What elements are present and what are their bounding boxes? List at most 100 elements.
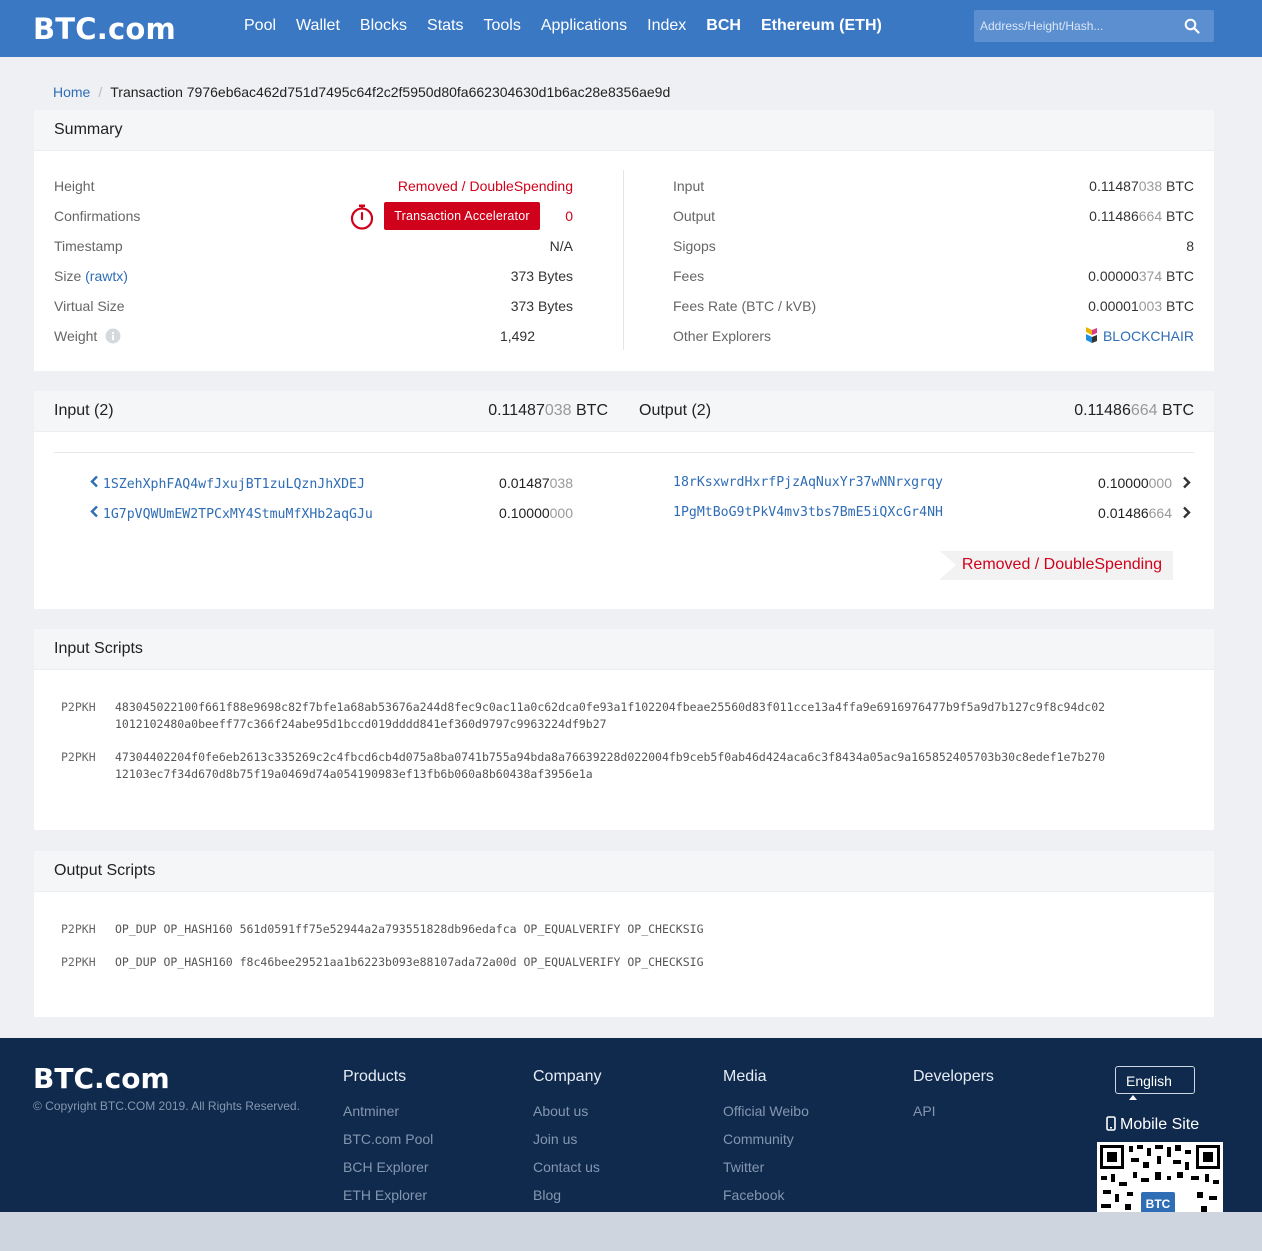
fees-rate-label: Fees Rate (BTC / kVB): [673, 298, 817, 314]
nav-blocks[interactable]: Blocks: [360, 17, 407, 35]
input-amount-1-main: 0.01487: [499, 475, 550, 491]
confirmations-value: 0: [565, 208, 573, 224]
footer-link-community[interactable]: Community: [723, 1131, 809, 1148]
top-navbar: BTC.com Pool Wallet Blocks Stats Tools A…: [0, 0, 1262, 57]
footer-link-join[interactable]: Join us: [533, 1131, 601, 1148]
qr-code: BTC: [1097, 1142, 1223, 1214]
output-value-light: 664: [1138, 208, 1163, 224]
fees-value-unit: BTC: [1162, 268, 1194, 284]
output-amount-1-main: 0.10000: [1098, 475, 1149, 491]
input-value-main: 0.11487: [1089, 178, 1139, 194]
footer-link-weibo[interactable]: Official Weibo: [723, 1103, 809, 1120]
virtual-size-value: 373 Bytes: [510, 298, 573, 314]
nav-applications[interactable]: Applications: [541, 17, 627, 35]
output-total: 0.11486664 BTC: [1074, 402, 1194, 420]
search-input[interactable]: [974, 10, 1174, 42]
script-type: P2PKH: [61, 700, 96, 714]
output-amount-2-light: 664: [1148, 505, 1172, 521]
transaction-accelerator-button[interactable]: Transaction Accelerator: [384, 202, 540, 230]
footer-column-title: Products: [343, 1068, 407, 1085]
sigops-label: Sigops: [673, 238, 716, 254]
search-icon[interactable]: [1184, 18, 1200, 34]
rawtx-link[interactable]: (rawtx): [85, 268, 128, 284]
mobile-site-label: Mobile Site: [1120, 1116, 1200, 1133]
accelerator-group: Transaction Accelerator: [350, 202, 574, 232]
input-address-1[interactable]: 1SZehXphFAQ4wfJxujBT1zuLQznJhXDEJ: [103, 477, 365, 492]
breadcrumb: Home / Transaction 7976eb6ac462d751d7495c6…: [53, 84, 670, 100]
qr-center-logo: BTC: [1146, 1197, 1171, 1211]
footer-link-facebook[interactable]: Facebook: [723, 1187, 809, 1204]
input-value-light: 038: [1138, 178, 1163, 194]
output-amount-1-light: 000: [1148, 475, 1172, 491]
info-icon[interactable]: [105, 328, 121, 344]
summary-card: Summary Height Removed / DoubleSpending …: [34, 110, 1214, 371]
nav-wallet[interactable]: Wallet: [296, 17, 340, 35]
stopwatch-icon: [350, 204, 374, 230]
size-value: 373 Bytes: [510, 268, 573, 284]
nav-index[interactable]: Index: [647, 17, 686, 35]
nav-tools[interactable]: Tools: [483, 17, 520, 35]
footer-copyright: © Copyright BTC.COM 2019. All Rights Res…: [33, 1099, 300, 1113]
sigops-value: 8: [1186, 238, 1194, 254]
chevron-right-icon[interactable]: [1182, 506, 1191, 519]
fees-rate-unit: BTC: [1162, 298, 1194, 314]
footer-logo[interactable]: BTC.com: [33, 1062, 170, 1095]
footer-link-contact[interactable]: Contact us: [533, 1159, 601, 1176]
input-address-2[interactable]: 1G7pVQWUmEW2TPCxMY4StmuMfXHb2aqGJu: [103, 507, 373, 522]
chevron-right-icon[interactable]: [1182, 476, 1191, 489]
weight-label: Weight: [54, 328, 98, 344]
height-value: Removed / DoubleSpending: [397, 178, 573, 194]
mobile-phone-icon: [1106, 1116, 1116, 1131]
output-address-1[interactable]: 18rKsxwrdHxrfPjzAqNuxYr37wNNrxgrqy: [673, 475, 943, 490]
footer-link-bch-explorer[interactable]: BCH Explorer: [343, 1159, 433, 1176]
output-amount-1: 0.10000000: [1098, 475, 1172, 491]
blockchair-icon: [1085, 327, 1097, 343]
output-scripts-title: Output Scripts: [34, 851, 1214, 892]
footer-link-api[interactable]: API: [913, 1103, 994, 1120]
footer-link-pool[interactable]: BTC.com Pool: [343, 1131, 433, 1148]
input-amount-1-light: 038: [549, 475, 573, 491]
status-text: Removed / DoubleSpending: [961, 556, 1162, 573]
input-scripts-title: Input Scripts: [34, 629, 1214, 670]
search-box: [974, 10, 1214, 42]
script-line: 12103ec7f34d670d8b75f19a0469d74a05419098…: [115, 767, 593, 781]
input-row-2: 1G7pVQWUmEW2TPCxMY4StmuMfXHb2aqGJu: [90, 505, 373, 522]
language-select[interactable]: English: [1115, 1066, 1195, 1100]
script-type: P2PKH: [61, 750, 96, 764]
nav-bch[interactable]: BCH: [706, 17, 741, 35]
breadcrumb-home[interactable]: Home: [53, 84, 90, 100]
nav-pool[interactable]: Pool: [244, 17, 276, 35]
nav-ethereum[interactable]: Ethereum (ETH): [761, 17, 882, 35]
footer-link-eth-explorer[interactable]: ETH Explorer: [343, 1187, 433, 1204]
input-total: 0.11487038 BTC: [488, 402, 608, 420]
output-value-main: 0.11486: [1089, 208, 1139, 224]
footer-developers-column: Developers API: [913, 1068, 994, 1131]
input-label: Input: [673, 178, 705, 194]
chevron-left-icon[interactable]: [90, 505, 99, 518]
blockchair-link[interactable]: BLOCKCHAIR: [1103, 328, 1194, 344]
output-address-2[interactable]: 1PgMtBoG9tPkV4mv3tbs7BmE5iQXcGr4NH: [673, 505, 943, 520]
output-label: Output: [673, 208, 716, 224]
chevron-left-icon[interactable]: [90, 475, 99, 488]
footer-link-antminer[interactable]: Antminer: [343, 1103, 433, 1120]
script-type: P2PKH: [61, 955, 96, 969]
footer-company-column: Company About us Join us Contact us Blog: [533, 1068, 601, 1215]
caret-up-icon: [1129, 1095, 1137, 1100]
output-amount-2-main: 0.01486: [1098, 505, 1149, 521]
output-value-unit: BTC: [1162, 208, 1194, 224]
mobile-site-link[interactable]: Mobile Site: [1106, 1116, 1199, 1134]
footer-link-twitter[interactable]: Twitter: [723, 1159, 809, 1176]
input-value: 0.11487038 BTC: [1089, 178, 1194, 194]
confirmations-label: Confirmations: [54, 208, 141, 224]
btc-logo[interactable]: BTC.com: [33, 12, 176, 46]
footer-link-blog[interactable]: Blog: [533, 1187, 601, 1204]
input-count-title: Input (2): [54, 402, 114, 419]
fees-rate-main: 0.00001: [1088, 298, 1139, 314]
height-label: Height: [54, 178, 95, 194]
output-script-1: P2PKH OP_DUP OP_HASH160 561d0591ff75e529…: [61, 921, 1201, 938]
blockchair-link-group[interactable]: BLOCKCHAIR: [1083, 326, 1194, 346]
fees-rate-light: 003: [1138, 298, 1163, 314]
footer-link-about[interactable]: About us: [533, 1103, 601, 1120]
nav-stats[interactable]: Stats: [427, 17, 463, 35]
input-scripts-card: Input Scripts P2PKH 483045022100f661f88e…: [34, 629, 1214, 830]
